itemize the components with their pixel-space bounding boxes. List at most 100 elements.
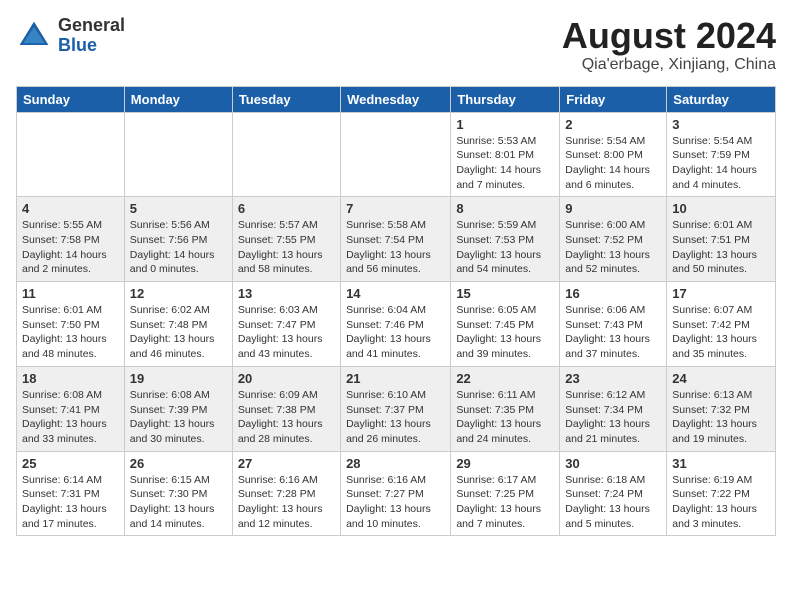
week-row-2: 4Sunrise: 5:55 AM Sunset: 7:58 PM Daylig… (17, 197, 776, 282)
day-number: 29 (456, 456, 554, 471)
day-info: Sunrise: 6:19 AM Sunset: 7:22 PM Dayligh… (672, 473, 770, 532)
calendar-cell: 30 Sunrise: 6:18 AM Sunset: 7:24 PM Dayli… (560, 451, 667, 536)
logo: General Blue (16, 16, 125, 56)
day-number: 26 (130, 456, 227, 471)
weekday-header-friday: Friday (560, 86, 667, 112)
calendar-cell: 14Sunrise: 6:04 AM Sunset: 7:46 PM Dayli… (341, 282, 451, 367)
weekday-header-monday: Monday (124, 86, 232, 112)
day-info: Sunrise: 6:12 AM Sunset: 7:34 PM Dayligh… (565, 388, 661, 447)
day-info: Sunrise: 6:07 AM Sunset: 7:42 PM Dayligh… (672, 303, 770, 362)
day-info: Sunrise: 6:06 AM Sunset: 7:43 PM Dayligh… (565, 303, 661, 362)
logo-text: General Blue (58, 16, 125, 56)
day-info: Sunrise: 5:59 AM Sunset: 7:53 PM Dayligh… (456, 218, 554, 277)
day-info: Sunrise: 6:16 AM Sunset: 7:27 PM Dayligh… (346, 473, 445, 532)
day-number: 14 (346, 286, 445, 301)
calendar-cell: 31 Sunrise: 6:19 AM Sunset: 7:22 PM Dayli… (667, 451, 776, 536)
day-info: Sunrise: 6:09 AM Sunset: 7:38 PM Dayligh… (238, 388, 335, 447)
week-row-4: 18 Sunrise: 6:08 AM Sunset: 7:41 PM Dayli… (17, 366, 776, 451)
week-row-5: 25Sunrise: 6:14 AM Sunset: 7:31 PM Dayli… (17, 451, 776, 536)
calendar-table: SundayMondayTuesdayWednesdayThursdayFrid… (16, 86, 776, 537)
calendar-cell: 20 Sunrise: 6:09 AM Sunset: 7:38 PM Dayli… (232, 366, 340, 451)
day-number: 19 (130, 371, 227, 386)
day-info: Sunrise: 6:10 AM Sunset: 7:37 PM Dayligh… (346, 388, 445, 447)
calendar-cell (17, 112, 125, 197)
day-info: Sunrise: 5:54 AM Sunset: 7:59 PM Dayligh… (672, 134, 770, 193)
day-number: 23 (565, 371, 661, 386)
weekday-header-row: SundayMondayTuesdayWednesdayThursdayFrid… (17, 86, 776, 112)
day-info: Sunrise: 5:58 AM Sunset: 7:54 PM Dayligh… (346, 218, 445, 277)
calendar-cell: 11Sunrise: 6:01 AM Sunset: 7:50 PM Dayli… (17, 282, 125, 367)
day-info: Sunrise: 6:05 AM Sunset: 7:45 PM Dayligh… (456, 303, 554, 362)
calendar-cell: 24Sunrise: 6:13 AM Sunset: 7:32 PM Dayli… (667, 366, 776, 451)
day-number: 28 (346, 456, 445, 471)
day-number: 27 (238, 456, 335, 471)
calendar-cell: 22 Sunrise: 6:11 AM Sunset: 7:35 PM Dayli… (451, 366, 560, 451)
day-info: Sunrise: 6:01 AM Sunset: 7:51 PM Dayligh… (672, 218, 770, 277)
calendar-cell: 16 Sunrise: 6:06 AM Sunset: 7:43 PM Dayli… (560, 282, 667, 367)
day-number: 20 (238, 371, 335, 386)
weekday-header-wednesday: Wednesday (341, 86, 451, 112)
day-info: Sunrise: 6:03 AM Sunset: 7:47 PM Dayligh… (238, 303, 335, 362)
day-info: Sunrise: 6:17 AM Sunset: 7:25 PM Dayligh… (456, 473, 554, 532)
calendar-cell: 28 Sunrise: 6:16 AM Sunset: 7:27 PM Dayli… (341, 451, 451, 536)
month-title: August 2024 (562, 16, 776, 56)
weekday-header-sunday: Sunday (17, 86, 125, 112)
calendar-cell (341, 112, 451, 197)
day-number: 18 (22, 371, 119, 386)
weekday-header-saturday: Saturday (667, 86, 776, 112)
day-number: 9 (565, 201, 661, 216)
calendar-cell (232, 112, 340, 197)
day-number: 16 (565, 286, 661, 301)
calendar-cell: 23 Sunrise: 6:12 AM Sunset: 7:34 PM Dayli… (560, 366, 667, 451)
day-info: Sunrise: 5:56 AM Sunset: 7:56 PM Dayligh… (130, 218, 227, 277)
day-number: 30 (565, 456, 661, 471)
day-number: 15 (456, 286, 554, 301)
calendar-cell: 9 Sunrise: 6:00 AM Sunset: 7:52 PM Daylig… (560, 197, 667, 282)
day-number: 12 (130, 286, 227, 301)
day-number: 22 (456, 371, 554, 386)
calendar-cell: 10Sunrise: 6:01 AM Sunset: 7:51 PM Dayli… (667, 197, 776, 282)
week-row-3: 11Sunrise: 6:01 AM Sunset: 7:50 PM Dayli… (17, 282, 776, 367)
day-info: Sunrise: 6:18 AM Sunset: 7:24 PM Dayligh… (565, 473, 661, 532)
title-block: August 2024 Qia'erbage, Xinjiang, China (562, 16, 776, 74)
calendar-cell: 21Sunrise: 6:10 AM Sunset: 7:37 PM Dayli… (341, 366, 451, 451)
day-number: 17 (672, 286, 770, 301)
weekday-header-tuesday: Tuesday (232, 86, 340, 112)
day-info: Sunrise: 6:00 AM Sunset: 7:52 PM Dayligh… (565, 218, 661, 277)
day-number: 4 (22, 201, 119, 216)
calendar-cell: 8 Sunrise: 5:59 AM Sunset: 7:53 PM Daylig… (451, 197, 560, 282)
week-row-1: 1 Sunrise: 5:53 AM Sunset: 8:01 PM Daylig… (17, 112, 776, 197)
day-info: Sunrise: 6:08 AM Sunset: 7:41 PM Dayligh… (22, 388, 119, 447)
day-number: 31 (672, 456, 770, 471)
day-info: Sunrise: 6:16 AM Sunset: 7:28 PM Dayligh… (238, 473, 335, 532)
calendar-cell: 26Sunrise: 6:15 AM Sunset: 7:30 PM Dayli… (124, 451, 232, 536)
day-number: 1 (456, 117, 554, 132)
day-number: 2 (565, 117, 661, 132)
day-number: 13 (238, 286, 335, 301)
calendar-cell: 19 Sunrise: 6:08 AM Sunset: 7:39 PM Dayli… (124, 366, 232, 451)
calendar-cell: 4Sunrise: 5:55 AM Sunset: 7:58 PM Daylig… (17, 197, 125, 282)
calendar-cell: 25Sunrise: 6:14 AM Sunset: 7:31 PM Dayli… (17, 451, 125, 536)
calendar-cell: 15 Sunrise: 6:05 AM Sunset: 7:45 PM Dayli… (451, 282, 560, 367)
calendar-cell: 18 Sunrise: 6:08 AM Sunset: 7:41 PM Dayli… (17, 366, 125, 451)
day-number: 8 (456, 201, 554, 216)
page-header: General Blue August 2024 Qia'erbage, Xin… (16, 16, 776, 74)
calendar-cell: 1 Sunrise: 5:53 AM Sunset: 8:01 PM Daylig… (451, 112, 560, 197)
calendar-cell: 12 Sunrise: 6:02 AM Sunset: 7:48 PM Dayli… (124, 282, 232, 367)
day-info: Sunrise: 6:02 AM Sunset: 7:48 PM Dayligh… (130, 303, 227, 362)
day-number: 3 (672, 117, 770, 132)
calendar-cell: 27 Sunrise: 6:16 AM Sunset: 7:28 PM Dayli… (232, 451, 340, 536)
day-info: Sunrise: 5:54 AM Sunset: 8:00 PM Dayligh… (565, 134, 661, 193)
day-info: Sunrise: 6:08 AM Sunset: 7:39 PM Dayligh… (130, 388, 227, 447)
calendar-cell: 5Sunrise: 5:56 AM Sunset: 7:56 PM Daylig… (124, 197, 232, 282)
calendar-cell: 7Sunrise: 5:58 AM Sunset: 7:54 PM Daylig… (341, 197, 451, 282)
day-info: Sunrise: 5:53 AM Sunset: 8:01 PM Dayligh… (456, 134, 554, 193)
calendar-cell: 17 Sunrise: 6:07 AM Sunset: 7:42 PM Dayli… (667, 282, 776, 367)
calendar-cell: 6Sunrise: 5:57 AM Sunset: 7:55 PM Daylig… (232, 197, 340, 282)
calendar-cell: 3 Sunrise: 5:54 AM Sunset: 7:59 PM Daylig… (667, 112, 776, 197)
day-info: Sunrise: 5:57 AM Sunset: 7:55 PM Dayligh… (238, 218, 335, 277)
day-info: Sunrise: 6:11 AM Sunset: 7:35 PM Dayligh… (456, 388, 554, 447)
day-number: 11 (22, 286, 119, 301)
calendar-cell: 13 Sunrise: 6:03 AM Sunset: 7:47 PM Dayli… (232, 282, 340, 367)
location-subtitle: Qia'erbage, Xinjiang, China (562, 56, 776, 74)
